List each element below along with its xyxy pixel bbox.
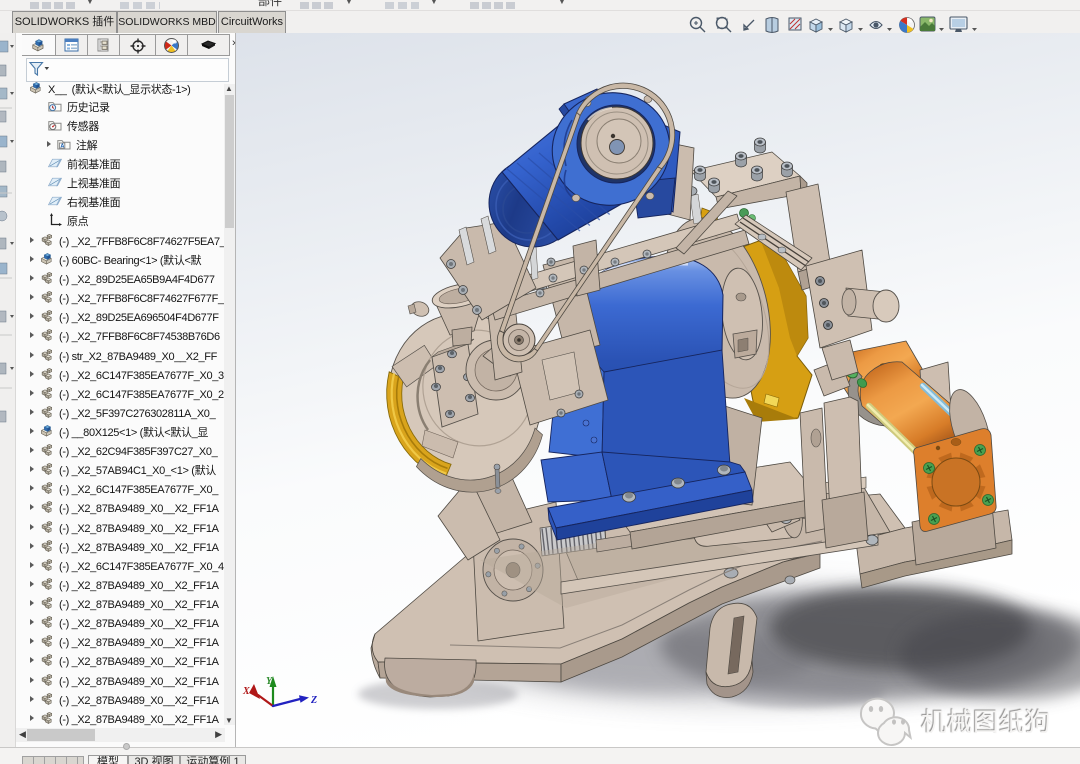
svg-text:X: X bbox=[242, 686, 250, 697]
svg-text:Y: Y bbox=[266, 676, 273, 687]
svg-text:Z: Z bbox=[310, 695, 317, 706]
